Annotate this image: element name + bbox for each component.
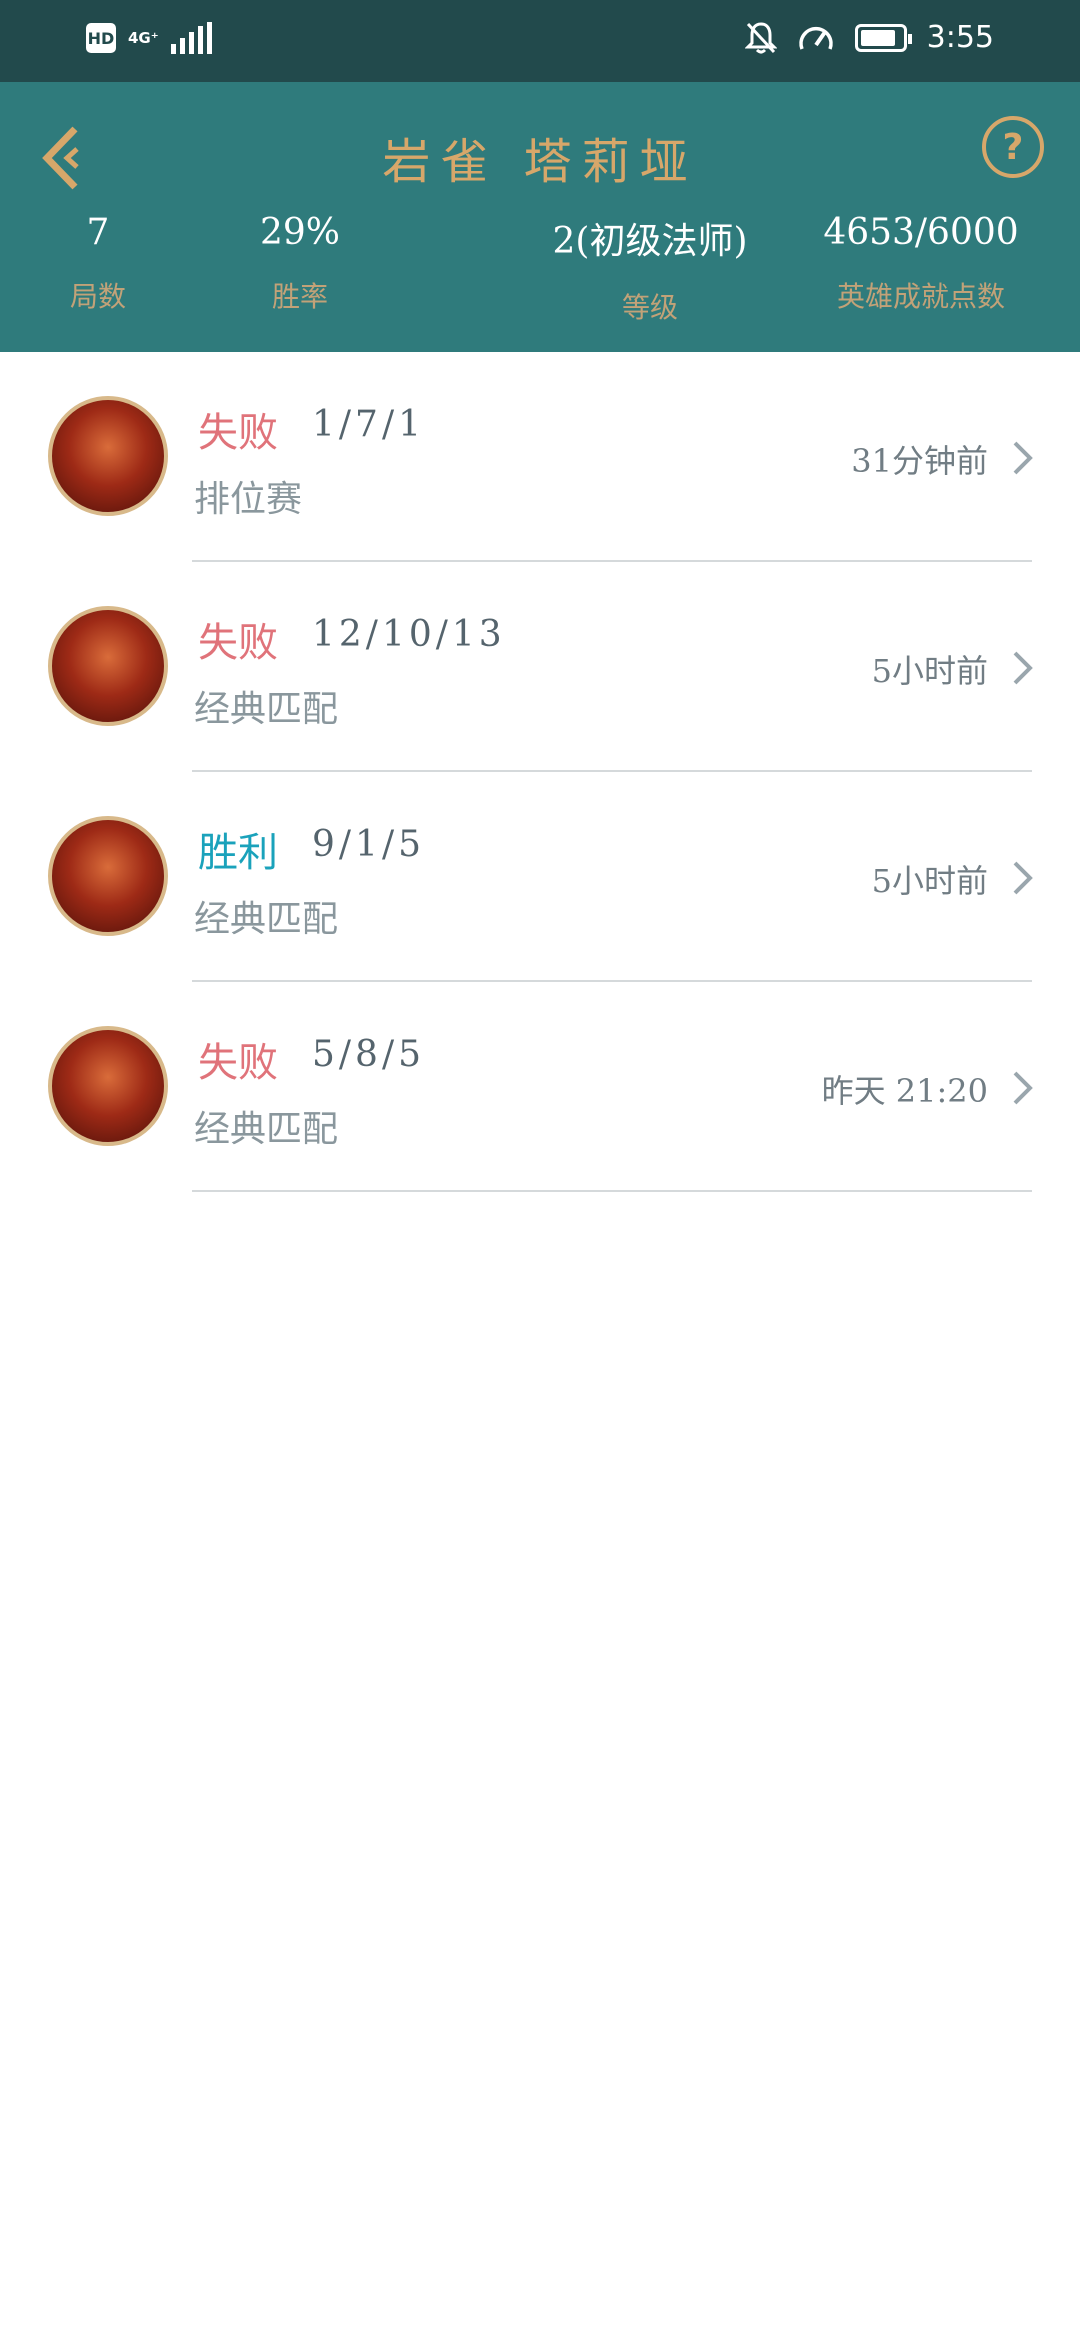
- stat-achievement-points: 4653/6000 英雄成就点数: [806, 212, 1036, 315]
- match-row[interactable]: 胜利 9/1/5 经典匹配 5小时前: [0, 772, 1080, 982]
- speedometer-icon: [798, 26, 833, 50]
- match-mode: 经典匹配: [194, 1109, 339, 1150]
- match-kda: 12/10/13: [312, 614, 506, 655]
- match-row[interactable]: 失败 5/8/5 经典匹配 昨天 21:20: [0, 982, 1080, 1192]
- stat-value: 29%: [259, 212, 340, 253]
- stat-value: 4653/6000: [823, 212, 1019, 253]
- battery-icon: [854, 23, 912, 52]
- match-row[interactable]: 失败 1/7/1 排位赛 31分钟前: [0, 352, 1080, 562]
- hd-icon: HD: [86, 23, 116, 53]
- stat-win-rate: 29% 胜率: [240, 212, 360, 315]
- chevron-right-icon: [1013, 861, 1033, 895]
- match-time: 5小时前: [871, 862, 988, 900]
- chevron-right-icon: [1013, 1071, 1033, 1105]
- match-row[interactable]: 失败 12/10/13 经典匹配 5小时前: [0, 562, 1080, 772]
- chevron-right-icon: [1013, 441, 1033, 475]
- stat-label: 局数: [69, 280, 126, 313]
- match-list: 失败 1/7/1 排位赛 31分钟前 失败 12/10/13 经典匹配 5小时前…: [0, 352, 1080, 1192]
- stat-games: 7 局数: [38, 212, 158, 315]
- match-kda: 9/1/5: [312, 824, 425, 865]
- network-type-label: 4G⁺: [128, 29, 159, 47]
- match-result: 胜利: [198, 830, 278, 876]
- match-time: 31分钟前: [851, 442, 988, 480]
- match-result: 失败: [198, 410, 278, 456]
- battery-fill: [860, 29, 895, 46]
- clock: 3:55: [926, 20, 994, 55]
- match-mode: 排位赛: [194, 479, 303, 520]
- match-result: 失败: [198, 620, 278, 666]
- match-kda: 5/8/5: [312, 1034, 425, 1075]
- stat-label: 英雄成就点数: [836, 280, 1005, 313]
- match-time: 5小时前: [871, 652, 988, 690]
- hero-avatar: [48, 1026, 168, 1146]
- divider: [192, 1190, 1032, 1192]
- help-button[interactable]: ?: [982, 116, 1044, 178]
- stat-value: 2(初级法师): [552, 221, 748, 262]
- question-icon: ?: [1002, 126, 1024, 168]
- match-kda: 1/7/1: [312, 404, 425, 445]
- stat-level: 2(初级法师) 等级: [520, 212, 780, 326]
- page-title: 岩雀 塔莉垭: [382, 134, 698, 190]
- match-result: 失败: [198, 1040, 278, 1086]
- hero-avatar: [48, 396, 168, 516]
- status-left: HD 4G⁺: [86, 22, 212, 54]
- hero-header: 岩雀 塔莉垭 ? 7 局数 29% 胜率 2(初级法师) 等级 4653/600…: [0, 82, 1080, 352]
- mute-bell-icon: [744, 21, 777, 53]
- match-mode: 经典匹配: [194, 689, 339, 730]
- hero-avatar: [48, 816, 168, 936]
- chevron-right-icon: [1013, 651, 1033, 685]
- stat-label: 等级: [621, 291, 678, 324]
- match-mode: 经典匹配: [194, 899, 339, 940]
- stat-value: 7: [86, 212, 110, 253]
- status-bar: HD 4G⁺ 3:55: [0, 0, 1080, 82]
- hero-avatar: [48, 606, 168, 726]
- match-time: 昨天 21:20: [821, 1072, 988, 1110]
- status-right: 3:55: [744, 20, 994, 55]
- signal-icon: [170, 22, 212, 54]
- stat-label: 胜率: [271, 280, 328, 313]
